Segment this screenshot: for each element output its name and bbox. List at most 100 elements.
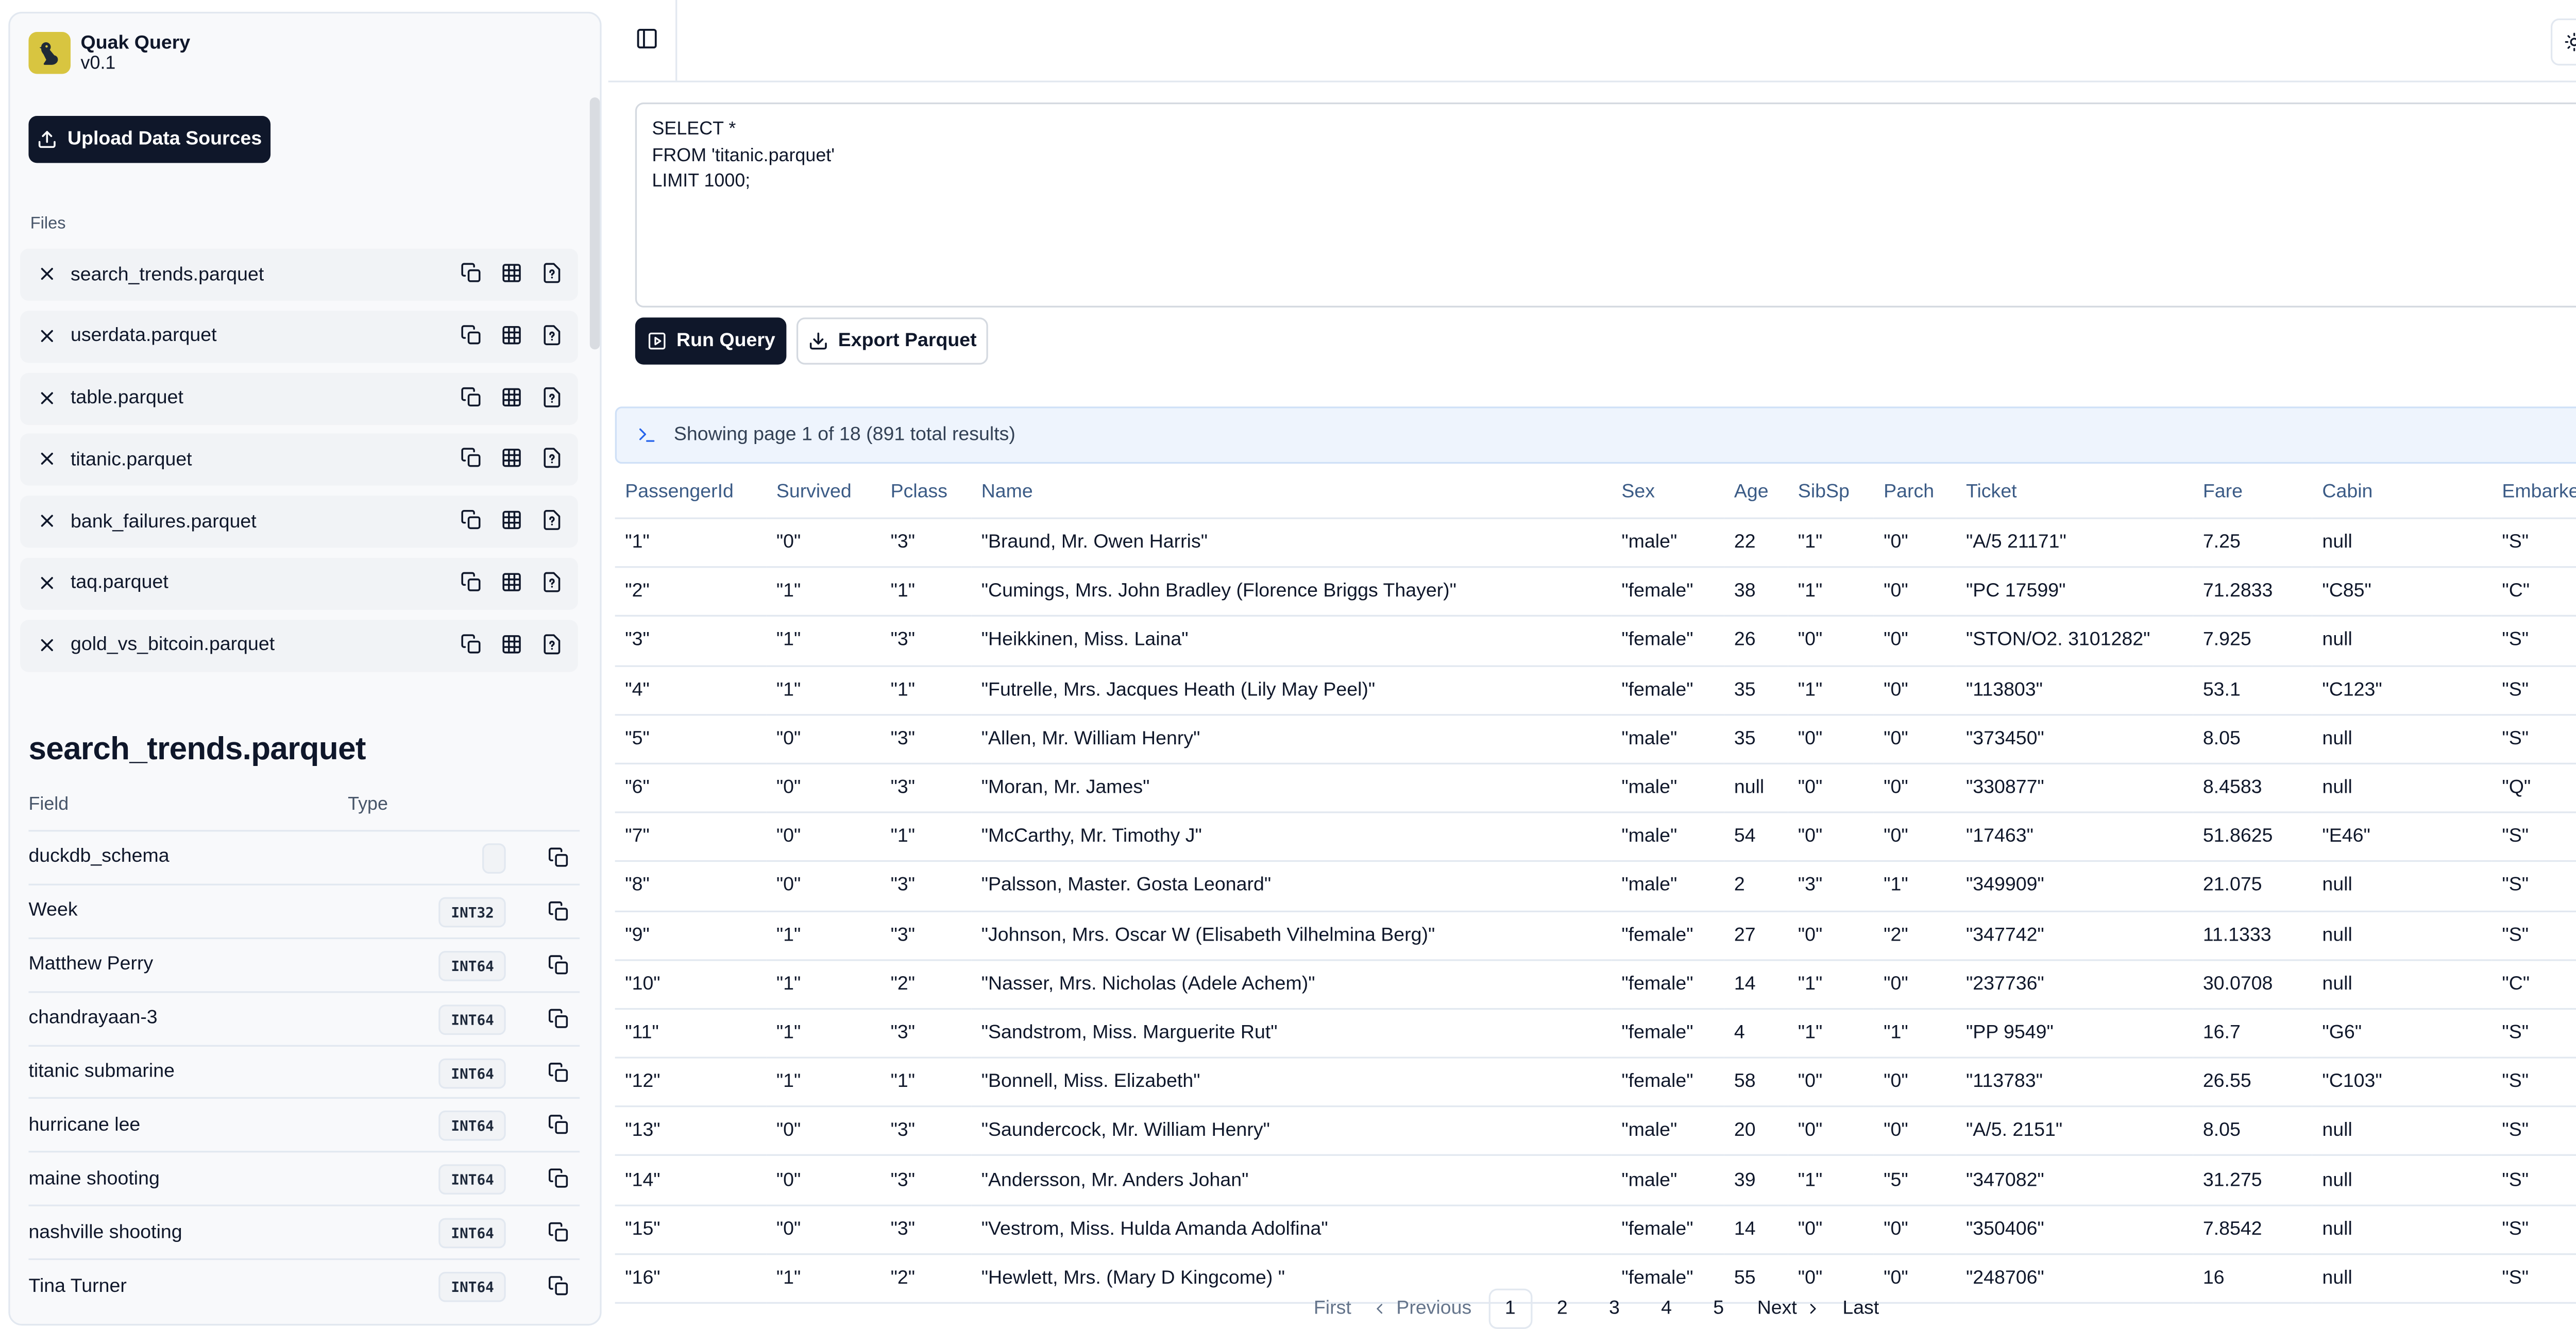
table-cell: "Johnson, Mrs. Oscar W (Elisabeth Vilhel… [971,910,1612,961]
close-icon[interactable] [37,449,57,469]
file-item[interactable]: bank_failures.parquet [20,496,578,548]
file-item[interactable]: table.parquet [20,372,578,424]
table-cell: "13" [615,1106,767,1157]
close-icon[interactable] [37,387,57,407]
copy-icon[interactable] [548,1115,569,1136]
previous-page-button[interactable]: Previous [1371,1289,1471,1329]
page-2-button[interactable]: 2 [1540,1289,1584,1329]
chevron-left-icon [1377,1304,1383,1314]
file-item[interactable]: search_trends.parquet [20,248,578,301]
table-cell: 21.075 [2193,861,2312,912]
column-header[interactable]: SibSp [1788,467,1874,519]
sidebar: Quak Query v0.1 Upload Data Sources File… [8,11,602,1326]
file-question-icon[interactable] [541,262,565,286]
table-cell: null [2312,518,2492,569]
main-panel: SELECT * FROM 'titanic.parquet' LIMIT 10… [608,0,2576,1329]
column-header[interactable]: Survived [766,467,881,519]
next-page-button[interactable]: Next [1757,1289,1822,1329]
first-page-button[interactable]: First [1311,1289,1354,1329]
run-query-button[interactable]: Run Query [635,317,787,365]
table-icon[interactable] [501,262,524,286]
copy-icon[interactable] [548,1222,569,1243]
table-cell: "Futrelle, Mrs. Jacques Heath (Lily May … [971,665,1612,715]
type-badge: INT32 [439,897,506,927]
table-cell: "Cumings, Mrs. John Bradley (Florence Br… [971,567,1612,618]
table-icon[interactable] [501,571,524,595]
last-page-button[interactable]: Last [1839,1289,1883,1329]
page-5-button[interactable]: 5 [1697,1289,1740,1329]
table-cell: "Palsson, Master. Gosta Leonard" [971,861,1612,912]
next-page-label: Next [1757,1299,1797,1319]
copy-icon[interactable] [461,633,484,657]
table-cell: "0" [766,763,881,813]
close-icon[interactable] [37,573,57,593]
copy-icon[interactable] [548,954,569,976]
file-question-icon[interactable] [541,324,565,348]
sql-editor[interactable]: SELECT * FROM 'titanic.parquet' LIMIT 10… [635,102,2576,308]
table-cell: "0" [1788,714,1874,764]
file-question-icon[interactable] [541,571,565,595]
copy-icon[interactable] [461,571,484,595]
page-3-button[interactable]: 3 [1592,1289,1636,1329]
column-header[interactable]: Name [971,467,1612,519]
copy-icon[interactable] [548,1061,569,1083]
copy-icon[interactable] [548,900,569,922]
copy-icon[interactable] [548,847,569,868]
copy-icon[interactable] [461,509,484,533]
table-icon[interactable] [501,509,524,533]
file-question-icon[interactable] [541,386,565,410]
file-item[interactable]: titanic.parquet [20,434,578,486]
copy-icon[interactable] [548,1168,569,1190]
close-icon[interactable] [37,635,57,655]
table-icon[interactable] [501,633,524,657]
table-cell: "G6" [2312,1009,2492,1059]
close-icon[interactable] [37,326,57,346]
table-cell: "1" [1788,1155,1874,1206]
theme-toggle-button[interactable] [2550,18,2576,66]
upload-data-sources-button[interactable]: Upload Data Sources [28,116,271,163]
table-cell: "3" [1788,861,1874,912]
page-4-button[interactable]: 4 [1645,1289,1688,1329]
column-header[interactable]: Fare [2193,467,2312,519]
type-badge: INT64 [439,1058,506,1088]
file-item[interactable]: userdata.parquet [20,310,578,363]
table-icon[interactable] [501,324,524,348]
column-header[interactable]: Cabin [2312,467,2492,519]
column-header[interactable]: Ticket [1956,467,2193,519]
file-item[interactable]: taq.parquet [20,557,578,610]
sidebar-toggle-button[interactable] [635,27,662,54]
copy-icon[interactable] [461,448,484,471]
sidebar-scrollbar[interactable] [589,97,600,350]
table-cell: "1" [766,616,881,667]
table-cell: 22 [1724,518,1788,569]
copy-icon[interactable] [461,262,484,286]
export-parquet-button[interactable]: Export Parquet [796,317,988,365]
file-question-icon[interactable] [541,509,565,533]
copy-icon[interactable] [461,386,484,410]
file-question-icon[interactable] [541,448,565,471]
column-header[interactable]: Sex [1611,467,1724,519]
table-cell: "3" [880,861,972,912]
table-icon[interactable] [501,448,524,471]
file-item[interactable]: gold_vs_bitcoin.parquet [20,619,578,672]
copy-icon[interactable] [548,1008,569,1029]
table-cell: "10" [615,959,767,1010]
column-header[interactable]: Pclass [880,467,972,519]
table-cell: "1" [1788,518,1874,569]
column-header[interactable]: Embarked [2492,467,2576,519]
copy-icon[interactable] [548,1275,569,1297]
column-header[interactable]: PassengerId [615,467,767,519]
column-header[interactable]: Parch [1873,467,1956,519]
close-icon[interactable] [37,264,57,284]
table-cell: "0" [1873,714,1956,764]
page-1-button[interactable]: 1 [1488,1288,1532,1329]
table-cell: 2 [1724,861,1788,912]
table-cell: "0" [1788,812,1874,863]
file-question-icon[interactable] [541,633,565,657]
close-icon[interactable] [37,511,57,531]
column-header[interactable]: Age [1724,467,1788,519]
table-icon[interactable] [501,386,524,410]
table-cell: 26.55 [2193,1058,2312,1108]
copy-icon[interactable] [461,324,484,348]
table-cell: "male" [1611,518,1724,569]
